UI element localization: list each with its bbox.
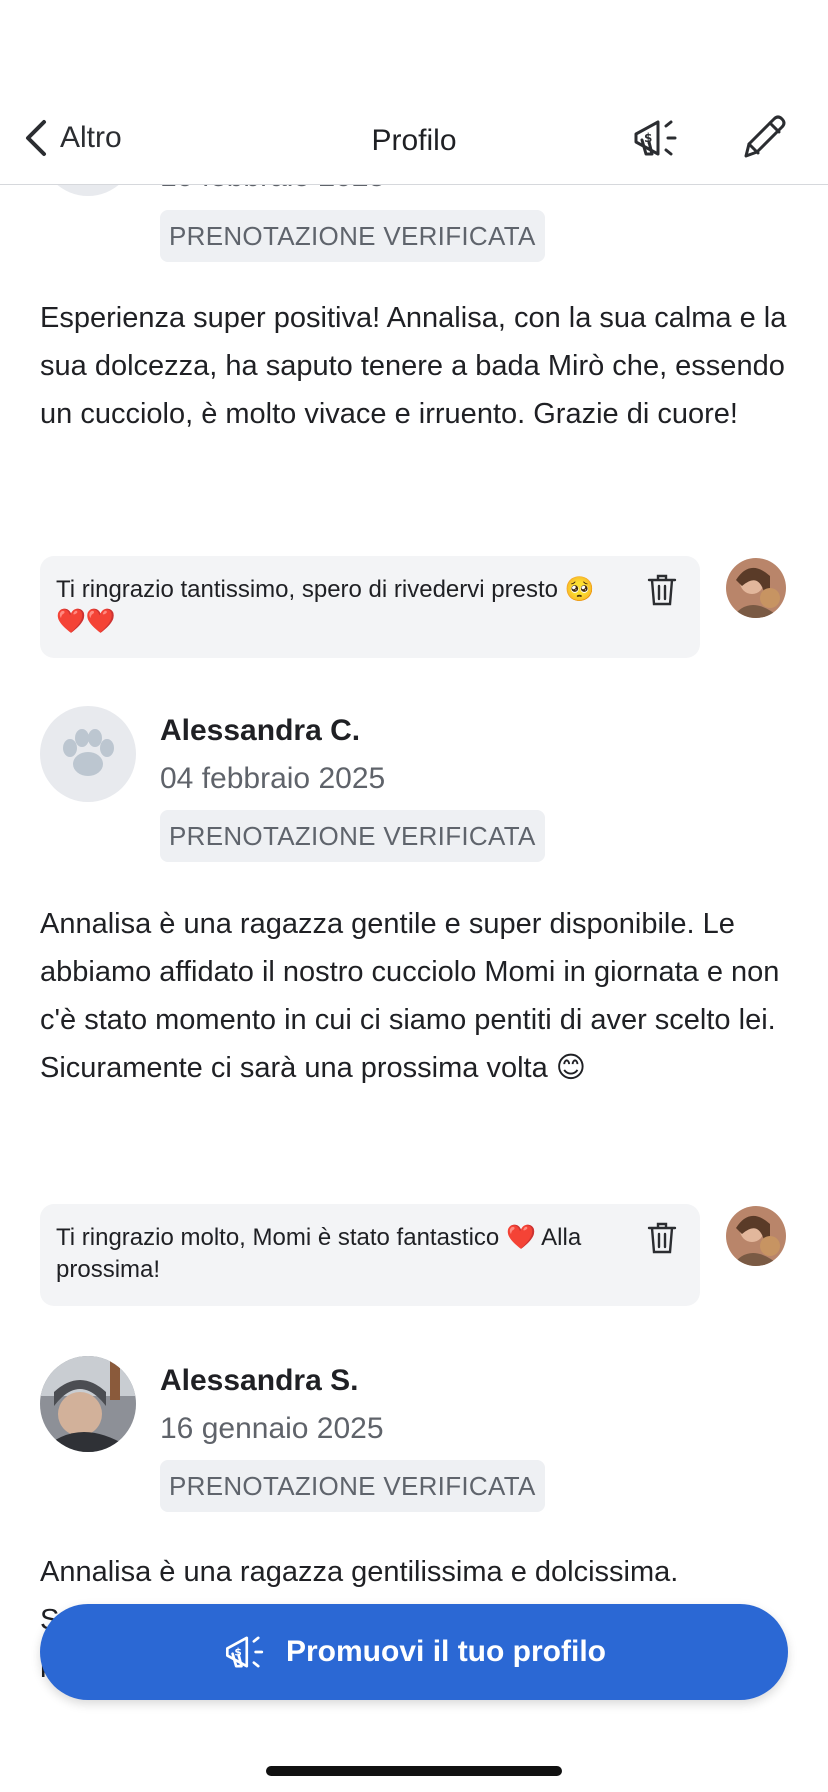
promote-profile-label: Promuovi il tuo profilo [286,1635,606,1668]
host-avatar [726,558,786,618]
reviews-scroll-area[interactable]: 10 febbraio 2025 PRENOTAZIONE VERIFICATA… [0,0,828,1792]
review-date: 16 gennaio 2025 [160,1412,384,1445]
host-reply: Ti ringrazio tantissimo, spero di rivede… [40,556,700,658]
reviewer-name: Alessandra C. [160,714,361,747]
reply-text: Ti ringrazio molto, Momi è stato fantast… [56,1224,582,1283]
delete-reply-trash-icon[interactable] [646,572,678,608]
svg-text:$: $ [234,1646,241,1659]
delete-reply-trash-icon[interactable] [646,1220,678,1256]
review-date: 04 febbraio 2025 [160,762,386,795]
page-title: Profilo [371,124,457,157]
reviewer-name: Alessandra S. [160,1364,359,1397]
reply-text: Ti ringrazio tantissimo, spero di rivede… [56,576,595,635]
pencil-icon[interactable] [738,112,790,164]
host-reply: Ti ringrazio molto, Momi è stato fantast… [40,1204,700,1306]
verified-booking-badge: PRENOTAZIONE VERIFICATA [160,210,545,262]
verified-booking-badge: PRENOTAZIONE VERIFICATA [160,1460,545,1512]
top-navigation-bar: Altro Profilo $ [0,0,828,185]
verified-booking-badge: PRENOTAZIONE VERIFICATA [160,810,545,862]
paw-icon [63,729,114,776]
megaphone-icon[interactable]: $ [630,112,682,164]
reviewer-avatar-placeholder [40,706,136,802]
megaphone-icon: $ [225,1636,264,1668]
svg-text:$: $ [644,131,652,145]
reviewer-avatar [40,1356,136,1452]
review-text: Esperienza super positiva! Annalisa, con… [40,302,787,430]
review-text: Annalisa è una ragazza gentile e super d… [40,908,780,1084]
home-indicator [266,1766,562,1776]
promote-profile-button[interactable]: $ Promuovi il tuo profilo [40,1604,788,1700]
host-avatar [726,1206,786,1266]
